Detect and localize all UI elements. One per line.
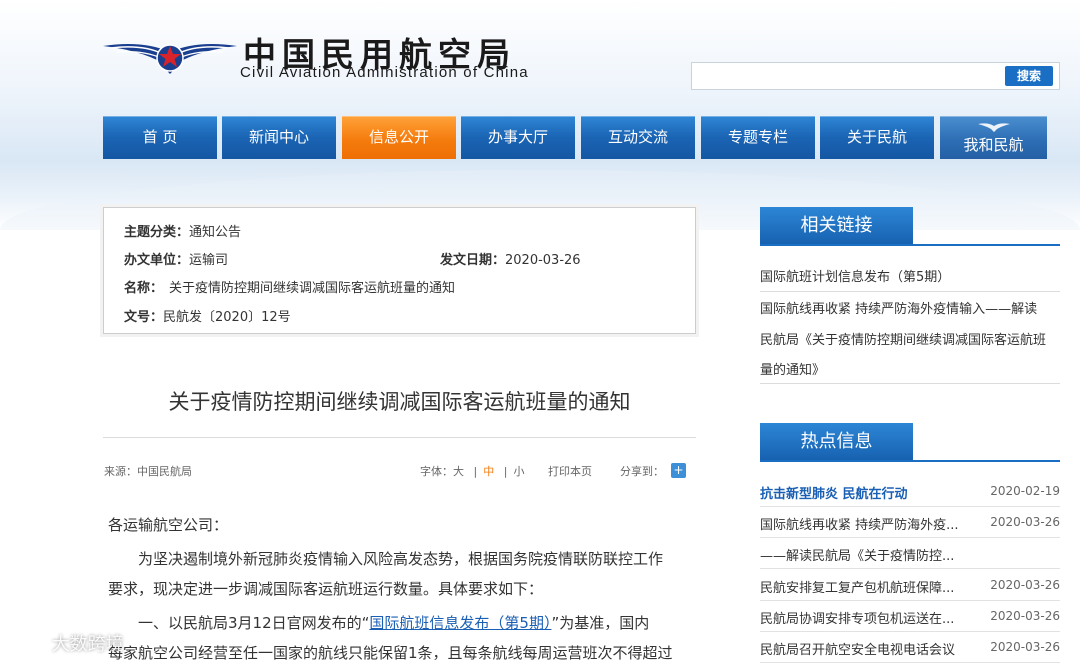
info-name: 名称： 关于疫情防控期间继续调减国际客运航班量的通知 <box>124 277 455 296</box>
search-button[interactable]: 搜索 <box>1005 66 1053 86</box>
hot-item-title[interactable]: 国际航线再收紧 持续严防海外疫... <box>760 514 959 533</box>
hot-info-heading: 热点信息 <box>760 423 913 461</box>
hot-item-date: 2020-03-26 <box>990 640 1060 654</box>
font-size-controls: 字体：大 | 中 | 小 <box>420 463 524 479</box>
font-large-button[interactable]: 大 <box>453 465 464 478</box>
search-box: 搜索 <box>691 62 1060 90</box>
nav-interaction[interactable]: 互动交流 <box>581 116 695 159</box>
info-name-label: 名称： <box>124 281 164 296</box>
hot-item[interactable]: 国际航线再收紧 持续严防海外疫... 2020-03-26 <box>760 507 1060 538</box>
article-title: 关于疫情防控期间继续调减国际客运航班量的通知 <box>168 390 631 414</box>
print-button[interactable]: 打印本页 <box>548 463 592 479</box>
related-link-2[interactable]: 国际航线再收紧 持续严防海外疫情输入——解读 <box>760 298 1037 317</box>
related-heading-rule <box>760 244 1060 246</box>
search-input[interactable] <box>696 66 1000 88</box>
hot-item-title[interactable]: 抗击新型肺炎 民航在行动 <box>760 483 908 502</box>
nav-news[interactable]: 新闻中心 <box>222 116 336 159</box>
info-doc-label: 文号： <box>124 310 164 325</box>
info-category: 主题分类：通知公告 <box>124 221 241 240</box>
separator: | <box>473 465 478 478</box>
nav-home[interactable]: 首 页 <box>103 116 217 159</box>
related-link-1[interactable]: 国际航班计划信息发布（第5期） <box>760 266 950 285</box>
font-size-label: 字体： <box>420 465 453 478</box>
hot-item-date: 2020-03-26 <box>990 578 1060 592</box>
hot-item[interactable]: 民航局召开航空安全电视电话会议 2020-03-26 <box>760 632 1060 663</box>
nav-service-hall[interactable]: 办事大厅 <box>461 116 575 159</box>
wing-emblem-icon <box>978 123 1010 132</box>
hot-item[interactable]: 抗击新型肺炎 民航在行动 2020-02-19 <box>760 476 1060 507</box>
hot-item-date: 2020-03-26 <box>990 609 1060 623</box>
title-divider <box>103 437 696 438</box>
main-nav: 首 页 新闻中心 信息公开 办事大厅 互动交流 专题专栏 关于民航 我和民航 <box>103 116 1047 159</box>
hot-item-date: 2020-03-26 <box>990 515 1060 529</box>
share-plus-icon[interactable]: + <box>671 463 686 478</box>
info-date-value: 2020-03-26 <box>505 253 581 268</box>
info-date-label: 发文日期： <box>440 253 506 268</box>
paragraph-2-prefix: 一、以民航局3月12日官网发布的“ <box>138 614 370 632</box>
paragraph-2-line-1: 一、以民航局3月12日官网发布的“国际航班信息发布（第5期）”为基准，国内 <box>138 612 649 633</box>
watermark-text: 大数跨境 <box>51 634 124 655</box>
hot-item-date: 2020-02-19 <box>990 484 1060 498</box>
hot-item-title[interactable]: ——解读民航局《关于疫情防控... <box>760 545 954 564</box>
nav-topics[interactable]: 专题专栏 <box>701 116 815 159</box>
related-links-heading: 相关链接 <box>760 207 913 245</box>
salutation: 各运输航空公司： <box>108 516 229 534</box>
nav-me-and-caac-label: 我和民航 <box>963 136 1024 154</box>
font-small-button[interactable]: 小 <box>513 465 524 478</box>
separator: | <box>503 465 508 478</box>
hot-item-title[interactable]: 民航局召开航空安全电视电话会议 <box>760 639 955 658</box>
info-unit-value: 运输司 <box>189 253 229 268</box>
paragraph-2-suffix: ”为基准，国内 <box>551 614 650 632</box>
info-doc-value: 民航发〔2020〕12号 <box>163 310 291 325</box>
related-link-2-cont[interactable]: 民航局《关于疫情防控期间继续调减国际客运航班 <box>760 329 1046 348</box>
watermark: 大数跨境 <box>8 630 124 656</box>
nav-about[interactable]: 关于民航 <box>820 116 934 159</box>
hot-item-title[interactable]: 民航安排复工复产包机航班保障... <box>760 577 954 596</box>
font-medium-button[interactable]: 中 <box>483 465 494 478</box>
paragraph-1-line-2: 要求，现决定进一步调减国际客运航班运行数量。具体要求如下： <box>108 580 544 598</box>
site-title-en: Civil Aviation Administration of China <box>240 64 529 81</box>
info-date: 发文日期：2020-03-26 <box>440 249 581 268</box>
paragraph-1-line-1: 为坚决遏制境外新冠肺炎疫情输入风险高发态势，根据国务院疫情联防联控工作 <box>138 550 664 568</box>
nav-me-and-caac[interactable]: 我和民航 <box>940 116 1047 159</box>
nav-info-disclosure[interactable]: 信息公开 <box>342 116 456 159</box>
related-link-2-cont2[interactable]: 量的通知》 <box>760 359 825 378</box>
info-unit: 办文单位：运输司 <box>124 249 228 268</box>
caac-emblem-icon <box>103 44 237 74</box>
related-divider <box>760 291 1060 292</box>
document-info-box: 主题分类：通知公告 办文单位：运输司 发文日期：2020-03-26 名称： 关于… <box>103 207 696 334</box>
info-name-value: 关于疫情防控期间继续调减国际客运航班量的通知 <box>169 281 456 296</box>
paragraph-2-line-2: 每家航空公司经营至任一国家的航线只能保留1条，且每条航线每周运营班次不得超过 <box>108 644 673 662</box>
hot-item[interactable]: 民航安排复工复产包机航班保障... 2020-03-26 <box>760 570 1060 601</box>
share-label: 分享到： <box>620 465 664 478</box>
related-divider <box>760 383 1060 384</box>
info-category-value: 通知公告 <box>189 225 242 240</box>
info-category-label: 主题分类： <box>124 225 190 240</box>
hot-item[interactable]: ——解读民航局《关于疫情防控... <box>760 538 1060 569</box>
info-doc-number: 文号：民航发〔2020〕12号 <box>124 306 291 325</box>
site-logo[interactable]: 中国民用航空局 Civil Aviation Administration of… <box>103 30 563 90</box>
watermark-logo-icon <box>9 637 45 651</box>
intl-flight-info-link[interactable]: 国际航班信息发布（第5期） <box>369 614 551 632</box>
hot-item-title[interactable]: 民航局协调安排专项包机运送在... <box>760 608 954 627</box>
info-unit-label: 办文单位： <box>124 253 190 268</box>
hot-heading-rule <box>760 460 1060 462</box>
hot-item[interactable]: 民航局协调安排专项包机运送在... 2020-03-26 <box>760 601 1060 632</box>
article-source: 来源：中国民航局 <box>104 465 192 478</box>
